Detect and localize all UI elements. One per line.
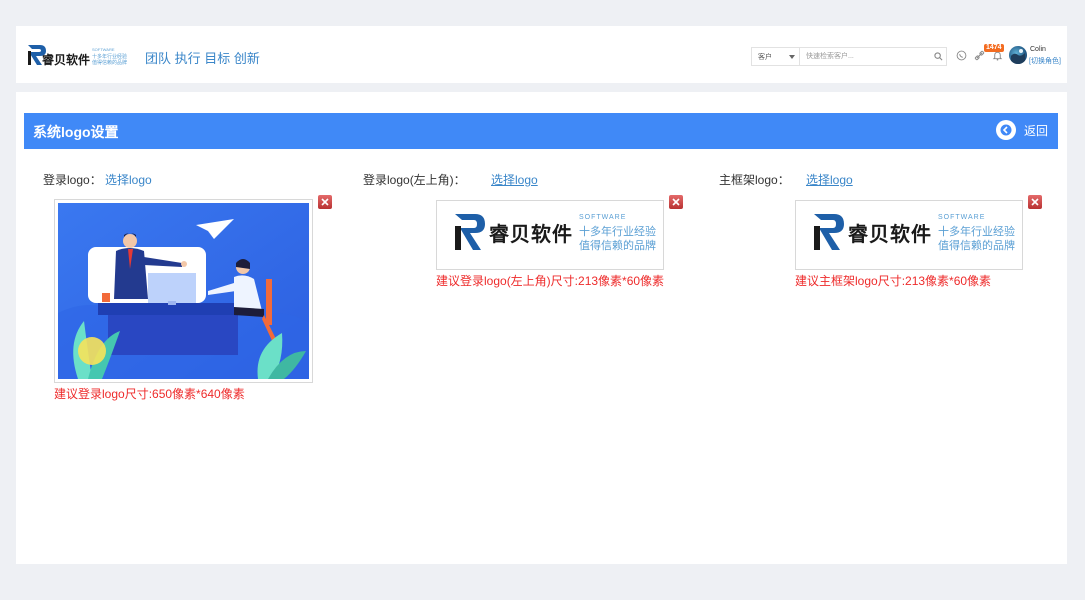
login-logo-preview (54, 199, 313, 383)
brand-name: 睿贝软件 (848, 223, 932, 246)
brand-software: SOFTWARE (938, 214, 986, 221)
delete-login-topleft-logo-button[interactable] (669, 195, 683, 209)
slogan: 团队 执行 目标 创新 (145, 51, 260, 66)
main-frame-logo-preview: 睿贝软件 SOFTWARE 十多年行业经验 值得信赖的品牌 (795, 200, 1023, 270)
search-type-select[interactable]: 客户 (752, 48, 800, 65)
switch-role-link[interactable]: [切换角色] (1029, 56, 1061, 66)
back-arrow-icon (995, 120, 1016, 140)
search-type-value: 客户 (758, 53, 772, 61)
whatsapp-icon[interactable] (954, 48, 968, 62)
login-illustration (58, 203, 309, 379)
logo-settings-panel: 系统logo设置 返回 登录logo： 选择logo 建议登录logo尺寸:65… (16, 92, 1067, 564)
avatar[interactable] (1009, 46, 1027, 64)
close-icon (672, 198, 680, 206)
search-icon[interactable] (930, 48, 946, 65)
svg-text:十多年行业经验: 十多年行业经验 (92, 53, 127, 60)
svg-text:值得信赖的品牌: 值得信赖的品牌 (92, 59, 127, 66)
svg-text:睿贝软件: 睿贝软件 (42, 52, 90, 67)
brand-r-icon (455, 214, 485, 250)
login-topleft-logo-preview: 睿贝软件 SOFTWARE 十多年行业经验 值得信赖的品牌 (436, 200, 664, 270)
delete-main-frame-logo-button[interactable] (1028, 195, 1042, 209)
app-logo[interactable]: 睿贝软件 SOFTWARE 十多年行业经验 值得信赖的品牌 (26, 42, 132, 68)
login-logo-label: 登录logo： (43, 173, 102, 187)
svg-text:SOFTWARE: SOFTWARE (92, 47, 115, 52)
close-icon (321, 198, 329, 206)
brand-software: SOFTWARE (579, 214, 627, 221)
main-frame-logo-hint: 建议主框架logo尺寸:213像素*60像素 (795, 274, 992, 288)
login-topleft-logo-label: 登录logo(左上角)： (363, 173, 466, 187)
brand-tagline-2: 值得信赖的品牌 (938, 240, 1015, 252)
brand-tagline-1: 十多年行业经验 (579, 226, 656, 238)
login-logo-hint: 建议登录logo尺寸:650像素*640像素 (54, 387, 245, 401)
choose-login-topleft-logo-link[interactable]: 选择logo (491, 171, 538, 188)
login-topleft-logo-hint: 建议登录logo(左上角)尺寸:213像素*60像素 (436, 274, 665, 288)
brand-logo-image: 睿贝软件 SOFTWARE 十多年行业经验 值得信赖的品牌 (437, 201, 663, 253)
brand-tagline-2: 值得信赖的品牌 (579, 240, 656, 252)
panel-header: 系统logo设置 返回 (24, 113, 1058, 149)
quick-search: 客户 (751, 47, 947, 66)
brand-r-icon (814, 214, 844, 250)
chevron-down-icon (789, 55, 795, 59)
top-bar: 睿贝软件 SOFTWARE 十多年行业经验 值得信赖的品牌 团队 执行 目标 创… (16, 26, 1067, 83)
page-title: 系统logo设置 (33, 124, 119, 140)
user-name[interactable]: Colin (1030, 46, 1046, 53)
search-input[interactable] (800, 48, 930, 65)
choose-main-frame-logo-link[interactable]: 选择logo (806, 171, 853, 188)
back-button[interactable]: 返回 (995, 120, 1048, 140)
brand-name: 睿贝软件 (489, 223, 573, 246)
choose-login-logo-link[interactable]: 选择logo (105, 171, 152, 188)
delete-login-logo-button[interactable] (318, 195, 332, 209)
brand-logo-image: 睿贝软件 SOFTWARE 十多年行业经验 值得信赖的品牌 (796, 201, 1022, 253)
brand-tagline-1: 十多年行业经验 (938, 226, 1015, 238)
main-frame-logo-label: 主框架logo： (719, 173, 790, 187)
close-icon (1031, 198, 1039, 206)
notification-badge: 1474 (984, 44, 1004, 52)
back-label: 返回 (1023, 123, 1048, 138)
